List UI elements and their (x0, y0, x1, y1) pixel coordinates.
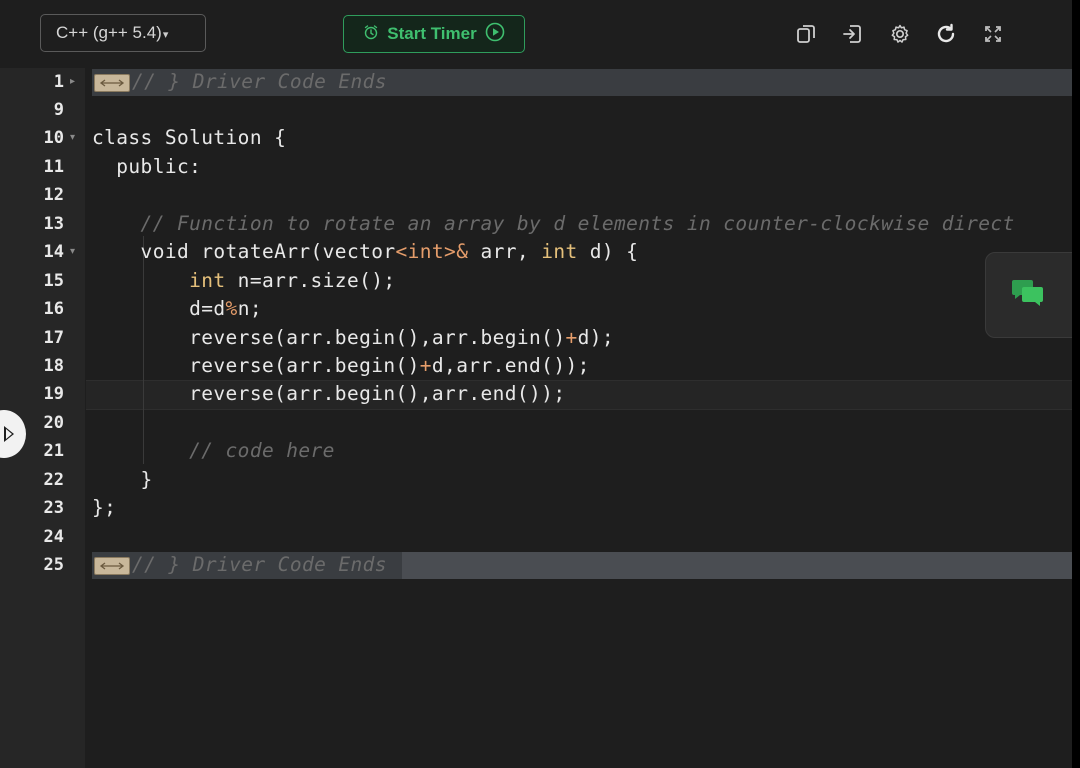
code-editor[interactable]: 1 ▸ 9 10 ▾ 11 12 13 14 ▾ 15 16 17 18 19 … (0, 68, 1072, 768)
code-token: <int>& (395, 240, 469, 263)
line-number: 14 (43, 242, 64, 262)
code-token: % (225, 297, 238, 320)
line-number: 10 (43, 128, 64, 148)
line-number: 16 (43, 299, 64, 319)
line-number: 25 (43, 555, 64, 575)
fold-ellipsis-icon[interactable] (94, 557, 130, 575)
code-line: reverse(arr.begin(),arr.end()); (92, 382, 566, 405)
gear-icon[interactable] (888, 22, 912, 46)
code-token: n; (237, 297, 262, 320)
code-line: }; (92, 496, 117, 519)
play-icon (4, 426, 14, 442)
refresh-icon[interactable] (934, 22, 958, 46)
code-line: // } Driver Code Ends (132, 553, 387, 576)
code-line: d=d%n; (92, 295, 262, 323)
code-token: reverse(arr.begin(),arr.begin() (92, 326, 566, 349)
chat-bubbles-icon (1012, 280, 1043, 306)
start-timer-label: Start Timer (387, 24, 477, 43)
code-line: class Solution { (92, 126, 287, 149)
fullscreen-icon[interactable] (981, 22, 1005, 46)
code-token: int (189, 269, 226, 292)
code-line: // Function to rotate an array by d elem… (92, 212, 1015, 235)
sign-in-icon[interactable] (840, 22, 864, 46)
chevron-down-icon[interactable]: ▾ (70, 238, 75, 266)
line-number: 1 (53, 72, 64, 92)
line-number: 24 (43, 527, 64, 547)
code-line: reverse(arr.begin(),arr.begin()+d); (92, 324, 614, 352)
code-token: d) { (577, 240, 639, 263)
chevron-right-icon[interactable]: ▸ (70, 68, 75, 96)
code-token: n=arr.size(); (225, 269, 396, 292)
chat-button[interactable] (985, 252, 1072, 338)
code-editor-app: C++ (g++ 5.4)▾ Start Timer 1 ▸ 9 10 ▾ 11… (0, 0, 1072, 768)
line-number: 15 (43, 271, 64, 291)
code-token: + (419, 354, 432, 377)
code-token: d); (577, 326, 615, 349)
code-token: arr, (468, 240, 542, 263)
code-token: int (541, 240, 578, 263)
code-token: void rotateArr(vector (92, 240, 396, 263)
code-line: int n=arr.size(); (92, 267, 396, 295)
language-label: C++ (g++ 5.4) (56, 23, 162, 42)
chevron-down-icon: ▾ (162, 29, 169, 41)
code-line: void rotateArr(vector<int>& arr, int d) … (92, 238, 638, 266)
code-line: public: (92, 155, 202, 178)
chevron-down-icon[interactable]: ▾ (70, 124, 75, 152)
line-number: 23 (43, 498, 64, 518)
code-line: // } Driver Code Ends (132, 70, 387, 93)
line-number: 12 (43, 185, 64, 205)
code-line: } (92, 468, 153, 491)
code-line: reverse(arr.begin()+d,arr.end()); (92, 352, 590, 380)
line-number: 19 (43, 384, 64, 404)
editor-toolbar: C++ (g++ 5.4)▾ Start Timer (0, 0, 1072, 68)
play-circle-icon (485, 22, 505, 47)
code-token: d=d (92, 297, 226, 320)
fold-ellipsis-icon[interactable] (94, 74, 130, 92)
line-number: 9 (53, 100, 64, 120)
line-number: 22 (43, 470, 64, 490)
start-timer-button[interactable]: Start Timer (343, 15, 525, 53)
code-token: + (565, 326, 578, 349)
copy-icon[interactable] (794, 22, 818, 46)
line-number: 18 (43, 356, 64, 376)
alarm-clock-icon (363, 24, 379, 45)
line-number: 13 (43, 214, 64, 234)
language-select[interactable]: C++ (g++ 5.4)▾ (40, 14, 206, 52)
line-number: 11 (43, 157, 64, 177)
code-line: // code here (92, 439, 335, 462)
line-number: 17 (43, 328, 64, 348)
code-token: reverse(arr.begin() (92, 354, 420, 377)
code-token: d,arr.end()); (431, 354, 590, 377)
